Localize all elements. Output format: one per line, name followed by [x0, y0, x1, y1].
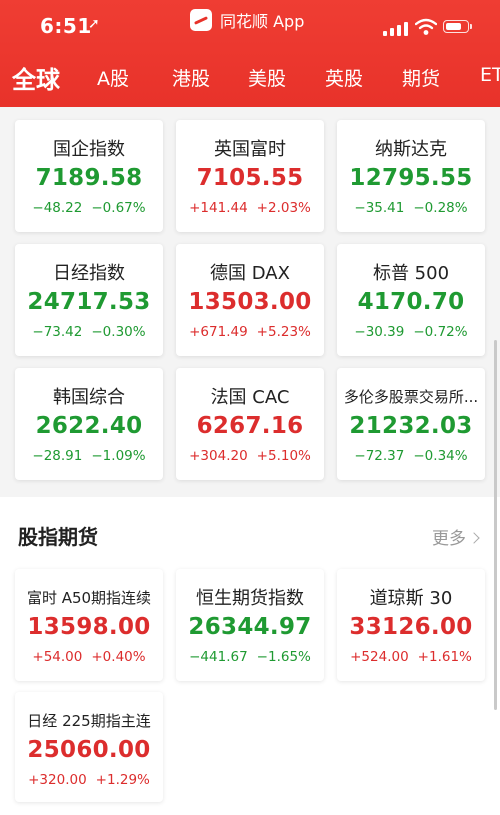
location-arrow-icon: ➚: [88, 16, 100, 32]
index-card[interactable]: 韩国综合 2622.40 −28.91 −1.09%: [15, 368, 163, 480]
index-price: 2622.40: [35, 413, 143, 439]
index-change: +141.44 +2.03%: [189, 200, 311, 216]
index-change: −30.39 −0.72%: [354, 324, 468, 340]
futures-card[interactable]: 富时 A50期指连续 13598.00 +54.00 +0.40%: [15, 569, 163, 681]
index-price: 21232.03: [349, 413, 473, 439]
tab-futures[interactable]: 期货: [402, 64, 440, 91]
index-price: 7105.55: [196, 165, 304, 191]
index-change: +304.20 +5.10%: [189, 448, 311, 464]
status-time: 6:51: [40, 14, 92, 38]
section-title: 股指期货: [18, 525, 98, 549]
index-change: −72.37 −0.34%: [354, 448, 468, 464]
app-name: 同花顺 App: [220, 12, 305, 31]
futures-name: 日经 225期指主连: [27, 712, 151, 730]
index-price: 7189.58: [35, 165, 143, 191]
index-price: 13503.00: [188, 289, 312, 315]
futures-change: +320.00 +1.29%: [28, 772, 150, 788]
futures-card[interactable]: 道琼斯 30 33126.00 +524.00 +1.61%: [337, 569, 485, 681]
index-price: 6267.16: [196, 413, 304, 439]
status-bar: 6:51 ➚ 同花顺 App: [0, 0, 500, 52]
tab-a-shares[interactable]: A股: [97, 64, 129, 91]
futures-name: 富时 A50期指连续: [26, 589, 152, 607]
index-name: 韩国综合: [53, 387, 125, 408]
index-card[interactable]: 多伦多股票交易所... 21232.03 −72.37 −0.34%: [337, 368, 485, 480]
index-change: −35.41 −0.28%: [354, 200, 468, 216]
tab-global[interactable]: 全球: [12, 60, 60, 95]
tab-uk-stocks[interactable]: 英股: [325, 64, 363, 91]
index-price: 4170.70: [357, 289, 465, 315]
index-change: −48.22 −0.67%: [32, 200, 146, 216]
futures-name: 道琼斯 30: [369, 588, 453, 609]
futures-card[interactable]: 日经 225期指主连 25060.00 +320.00 +1.29%: [15, 692, 163, 802]
index-name: 多伦多股票交易所...: [343, 388, 479, 406]
cellular-signal-icon: [383, 20, 409, 36]
index-card[interactable]: 日经指数 24717.53 −73.42 −0.30%: [15, 244, 163, 356]
app-logo-icon: [190, 9, 212, 31]
battery-icon: [443, 20, 472, 33]
app-indicator[interactable]: 同花顺 App: [190, 8, 304, 32]
index-card[interactable]: 国企指数 7189.58 −48.22 −0.67%: [15, 120, 163, 232]
futures-card[interactable]: 恒生期货指数 26344.97 −441.67 −1.65%: [176, 569, 324, 681]
futures-change: −441.67 −1.65%: [189, 649, 311, 665]
chevron-right-icon: [468, 532, 480, 544]
index-price: 24717.53: [27, 289, 151, 315]
futures-price: 33126.00: [349, 614, 473, 640]
index-name: 标普 500: [372, 263, 450, 284]
futures-price: 26344.97: [188, 614, 312, 640]
index-price: 12795.55: [349, 165, 473, 191]
index-card[interactable]: 德国 DAX 13503.00 +671.49 +5.23%: [176, 244, 324, 356]
wifi-icon: [415, 18, 437, 35]
tab-etf[interactable]: ET: [480, 64, 500, 86]
index-name: 纳斯达克: [375, 139, 447, 160]
scrollbar[interactable]: [494, 340, 497, 710]
index-name: 法国 CAC: [210, 387, 290, 408]
index-name: 英国富时: [214, 139, 286, 160]
index-name: 国企指数: [53, 139, 125, 160]
tab-hk-stocks[interactable]: 港股: [172, 64, 210, 91]
futures-price: 25060.00: [27, 737, 151, 763]
app-header: 6:51 ➚ 同花顺 App 全球 A股 港股 美股 英股 期货 ET: [0, 0, 500, 107]
futures-change: +54.00 +0.40%: [32, 649, 146, 665]
index-change: +671.49 +5.23%: [189, 324, 311, 340]
index-card[interactable]: 标普 500 4170.70 −30.39 −0.72%: [337, 244, 485, 356]
index-change: −28.91 −1.09%: [32, 448, 146, 464]
market-tabs: 全球 A股 港股 美股 英股 期货 ET: [0, 56, 500, 100]
index-name: 德国 DAX: [210, 263, 290, 284]
tab-us-stocks[interactable]: 美股: [248, 64, 286, 91]
more-link[interactable]: 更多: [432, 524, 480, 549]
index-name: 日经指数: [53, 263, 125, 284]
index-card[interactable]: 纳斯达克 12795.55 −35.41 −0.28%: [337, 120, 485, 232]
futures-name: 恒生期货指数: [196, 588, 304, 609]
index-change: −73.42 −0.30%: [32, 324, 146, 340]
futures-price: 13598.00: [27, 614, 151, 640]
futures-change: +524.00 +1.61%: [350, 649, 472, 665]
index-card[interactable]: 英国富时 7105.55 +141.44 +2.03%: [176, 120, 324, 232]
index-card[interactable]: 法国 CAC 6267.16 +304.20 +5.10%: [176, 368, 324, 480]
